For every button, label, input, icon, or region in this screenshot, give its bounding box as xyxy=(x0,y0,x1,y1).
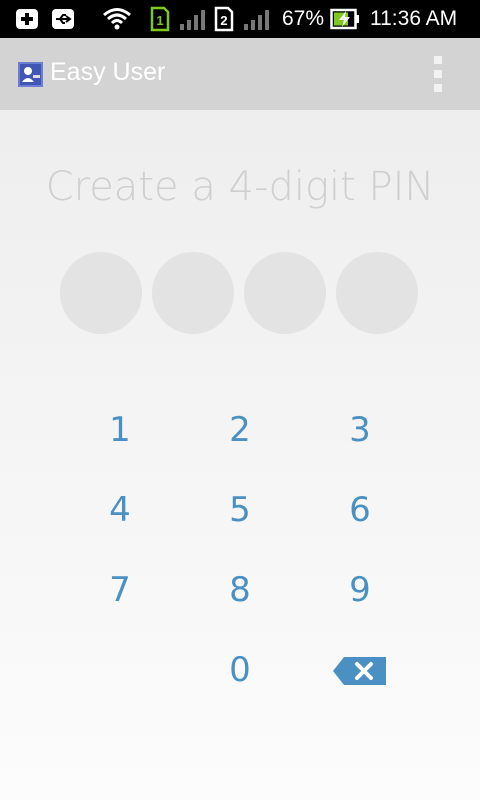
status-time: 11:36 AM xyxy=(370,7,458,30)
wifi-icon xyxy=(102,0,132,38)
key-2[interactable]: 2 xyxy=(185,395,295,465)
sim2-icon: 2 xyxy=(214,0,234,38)
pin-dot-3 xyxy=(244,252,326,334)
battery-charging-icon xyxy=(330,0,360,38)
app-title: Easy User xyxy=(50,58,166,86)
key-3[interactable]: 3 xyxy=(305,395,415,465)
sim2-number: 2 xyxy=(220,13,227,28)
sim1-icon: 1 xyxy=(150,0,170,38)
key-9[interactable]: 9 xyxy=(305,555,415,625)
key-6[interactable]: 6 xyxy=(305,475,415,545)
sim1-number: 1 xyxy=(156,13,163,28)
key-4[interactable]: 4 xyxy=(65,475,175,545)
status-bar: 1 2 67% 11:36 AM xyxy=(0,0,480,38)
usb-icon xyxy=(50,0,76,38)
pin-dot-4 xyxy=(336,252,418,334)
signal-icon xyxy=(178,0,206,38)
pin-dot-1 xyxy=(60,252,142,334)
overflow-menu-icon[interactable] xyxy=(428,56,448,92)
notification-add-icon xyxy=(14,0,40,38)
pin-prompt: Create a 4-digit PIN xyxy=(45,164,435,210)
signal-icon xyxy=(242,0,270,38)
pin-dot-2 xyxy=(152,252,234,334)
app-logo-icon xyxy=(18,62,43,87)
pin-setup-screen: 1 2 67% 11:36 AM Easy User Create a 4-di… xyxy=(0,0,480,800)
battery-percent: 67% xyxy=(282,7,325,30)
backspace-icon[interactable] xyxy=(332,655,388,687)
key-1[interactable]: 1 xyxy=(65,395,175,465)
key-5[interactable]: 5 xyxy=(185,475,295,545)
key-7[interactable]: 7 xyxy=(65,555,175,625)
app-bar: Easy User xyxy=(0,38,480,110)
key-8[interactable]: 8 xyxy=(185,555,295,625)
key-0[interactable]: 0 xyxy=(185,635,295,705)
